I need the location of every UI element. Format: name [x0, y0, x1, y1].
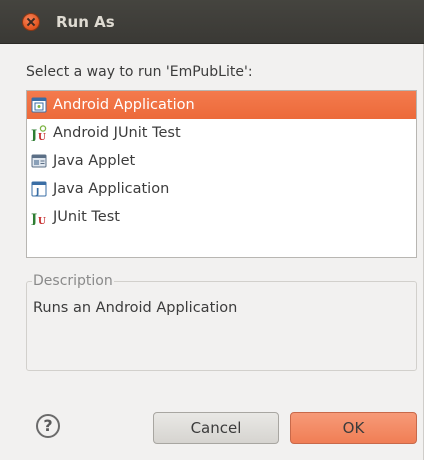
- list-item-label: Android Application: [53, 97, 195, 113]
- android-application-icon: [31, 97, 47, 113]
- description-text: Runs an Android Application: [33, 300, 238, 316]
- java-application-icon: J: [31, 181, 47, 197]
- list-item-label: Java Applet: [53, 153, 136, 169]
- svg-text:J: J: [31, 128, 37, 141]
- description-group: Description Runs an Android Application: [26, 271, 417, 371]
- window-title: Run As: [56, 13, 115, 31]
- list-item-label: JUnit Test: [53, 209, 120, 225]
- list-item-java-applet[interactable]: Java Applet: [27, 147, 416, 175]
- svg-text:U: U: [38, 217, 46, 225]
- list-item-label: Android JUnit Test: [53, 125, 181, 141]
- list-item-android-junit-test[interactable]: J U Android JUnit Test: [27, 119, 416, 147]
- cancel-button[interactable]: Cancel: [153, 412, 279, 444]
- android-junit-icon: J U: [31, 125, 47, 141]
- title-bar[interactable]: Run As: [0, 0, 424, 44]
- list-item-junit-test[interactable]: J U JUnit Test: [27, 203, 416, 231]
- java-applet-icon: [31, 154, 47, 168]
- description-legend: Description: [32, 271, 114, 291]
- ok-button[interactable]: OK: [290, 412, 417, 444]
- launch-options-list[interactable]: Android Application J U Android JUnit Te…: [26, 90, 417, 258]
- junit-icon: J U: [31, 212, 46, 225]
- svg-text:J: J: [31, 212, 37, 225]
- list-item-java-application[interactable]: J Java Application: [27, 175, 416, 203]
- list-item-android-application[interactable]: Android Application: [27, 91, 416, 119]
- help-button[interactable]: ?: [36, 414, 60, 438]
- run-mode-prompt: Select a way to run 'EmPubLite':: [26, 64, 253, 80]
- close-icon[interactable]: [23, 14, 39, 30]
- svg-text:U: U: [38, 133, 46, 141]
- svg-text:J: J: [35, 188, 39, 198]
- list-item-label: Java Application: [53, 181, 170, 197]
- run-as-dialog: Run As Select a way to run 'EmPubLite': …: [0, 0, 424, 460]
